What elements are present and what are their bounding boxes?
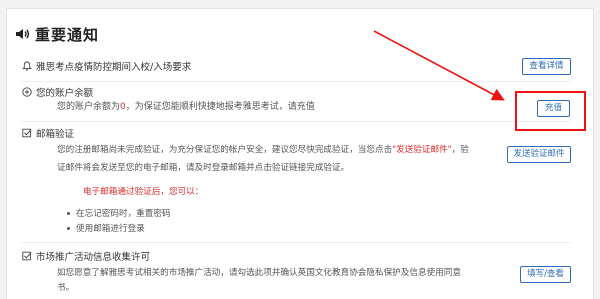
email-row: 邮箱验证 <box>22 126 74 140</box>
view-details-button[interactable]: 查看详情 <box>522 58 571 75</box>
bullet-dot <box>67 226 70 230</box>
balance-row: 您的账户余额 <box>22 85 93 99</box>
marketing-description-2: 书。 <box>57 283 75 293</box>
marketing-description: 如您愿意了解雅思考试相关的市场推广活动，请勾选此项并确认英国文化教育协会隐私保护… <box>57 268 461 278</box>
list-item: 使用邮箱进行登录 <box>67 222 145 234</box>
bell-icon <box>22 61 32 71</box>
send-email-link-text: "发送验证邮件" <box>392 145 452 155</box>
email-description: 您的注册邮箱尚未完成验证，为充分保证您的帐户安全，建议您尽快完成验证，当您点击"… <box>57 141 469 159</box>
email-text-b: ，验 <box>451 145 469 155</box>
notice-header: 重要通知 <box>14 22 99 46</box>
balance-description: 您的账户余额为0，为保证您能顺利快捷地报考雅思考试，请充值 <box>57 101 315 113</box>
divider <box>22 121 570 122</box>
balance-label: 您的账户余额 <box>36 88 94 99</box>
list-item: 在忘记密码时，重置密码 <box>67 207 171 219</box>
divider <box>22 81 570 82</box>
balance-suffix: ，为保证您能顺利快捷地报考雅思考试，请充值 <box>125 102 315 112</box>
divider <box>22 242 570 243</box>
checkbox-icon <box>22 128 32 138</box>
fill-view-button[interactable]: 填写/查看 <box>520 266 571 283</box>
marketing-label: 市场推广活动信息收集许可 <box>36 252 151 263</box>
highlight-box <box>515 91 586 131</box>
email-label: 邮箱验证 <box>36 129 75 140</box>
after-verification-title: 电子邮箱通过验证后，您可以： <box>83 187 204 197</box>
notice-row: 雅思考点疫情防控期间入校/入场要求 <box>22 59 191 73</box>
marketing-row: 市场推广活动信息收集许可 <box>22 249 150 263</box>
bullet-text: 使用邮箱进行登录 <box>76 224 145 234</box>
checkbox-icon <box>22 251 32 261</box>
circle-plus-icon <box>22 87 32 97</box>
bullet-text: 在忘记密码时，重置密码 <box>76 209 171 219</box>
notice-label: 雅思考点疫情防控期间入校/入场要求 <box>36 62 192 73</box>
page-title: 重要通知 <box>35 25 100 44</box>
speaker-icon <box>16 29 30 39</box>
bullet-dot <box>67 211 70 215</box>
balance-prefix: 您的账户余额为 <box>57 102 121 112</box>
email-description-2: 证邮件将会发送至您的电子邮箱，请及时登录邮箱并点击验证链接完成验证。 <box>57 163 350 173</box>
email-text-a: 您的注册邮箱尚未完成验证，为充分保证您的帐户安全，建议您尽快完成验证，当您点击 <box>57 145 393 155</box>
send-verification-email-button[interactable]: 发送验证邮件 <box>507 146 571 163</box>
